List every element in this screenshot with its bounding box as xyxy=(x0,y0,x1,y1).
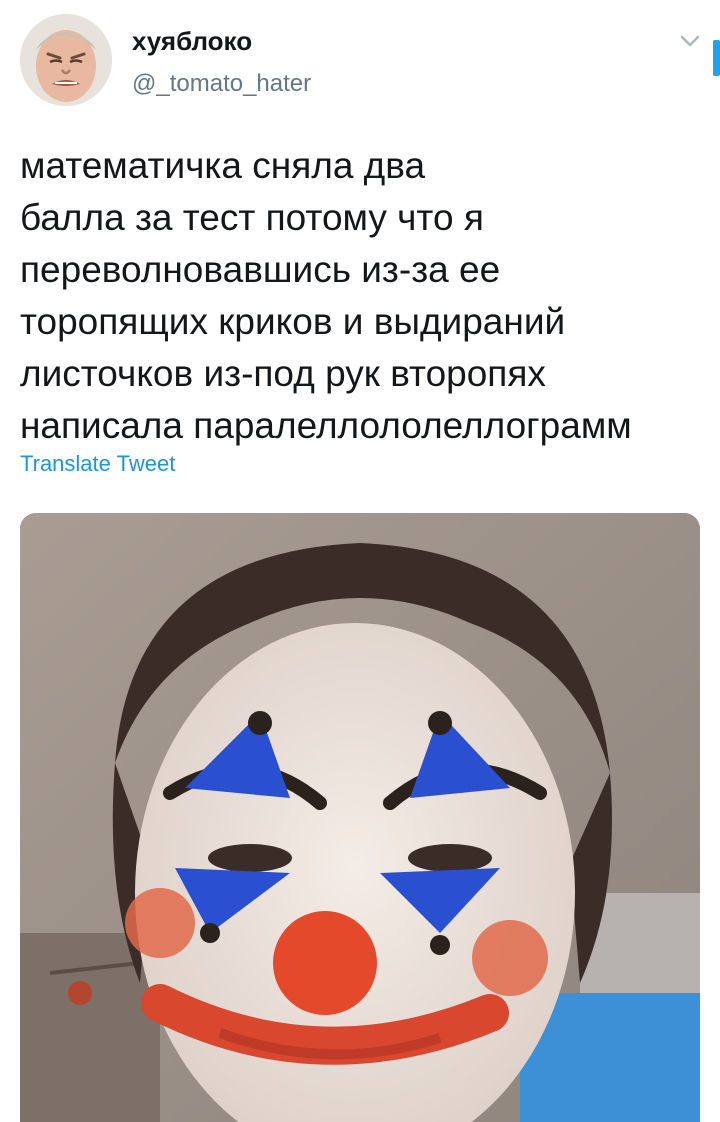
avatar[interactable] xyxy=(20,14,112,106)
tweet-text-line: балла за тест потому что я xyxy=(20,197,484,238)
tweet-media[interactable] xyxy=(20,513,700,1122)
user-handle[interactable]: @_tomato_hater xyxy=(132,70,311,98)
tweet-text-line: листочков из-под рук второпях xyxy=(20,353,546,394)
tweet-text-line: торопящих криков и выдираний xyxy=(20,301,566,342)
scrollbar-thumb[interactable] xyxy=(713,40,720,76)
display-name[interactable]: хуяблоко xyxy=(132,26,252,56)
media-image xyxy=(20,513,700,1122)
tweet-text-line: переволновавшись из-за ее xyxy=(20,249,501,290)
translate-tweet-link[interactable]: Translate Tweet xyxy=(20,450,175,478)
tweet-text: математичка сняла два балла за тест пото… xyxy=(20,140,710,452)
avatar-image xyxy=(20,14,112,106)
chevron-down-icon[interactable] xyxy=(678,32,702,50)
tweet: хуяблоко @_tomato_hater математичка снял… xyxy=(0,0,720,1122)
tweet-text-line: написала паралеллололеллограмм xyxy=(20,405,632,446)
tweet-text-line: математичка сняла два xyxy=(20,145,426,186)
